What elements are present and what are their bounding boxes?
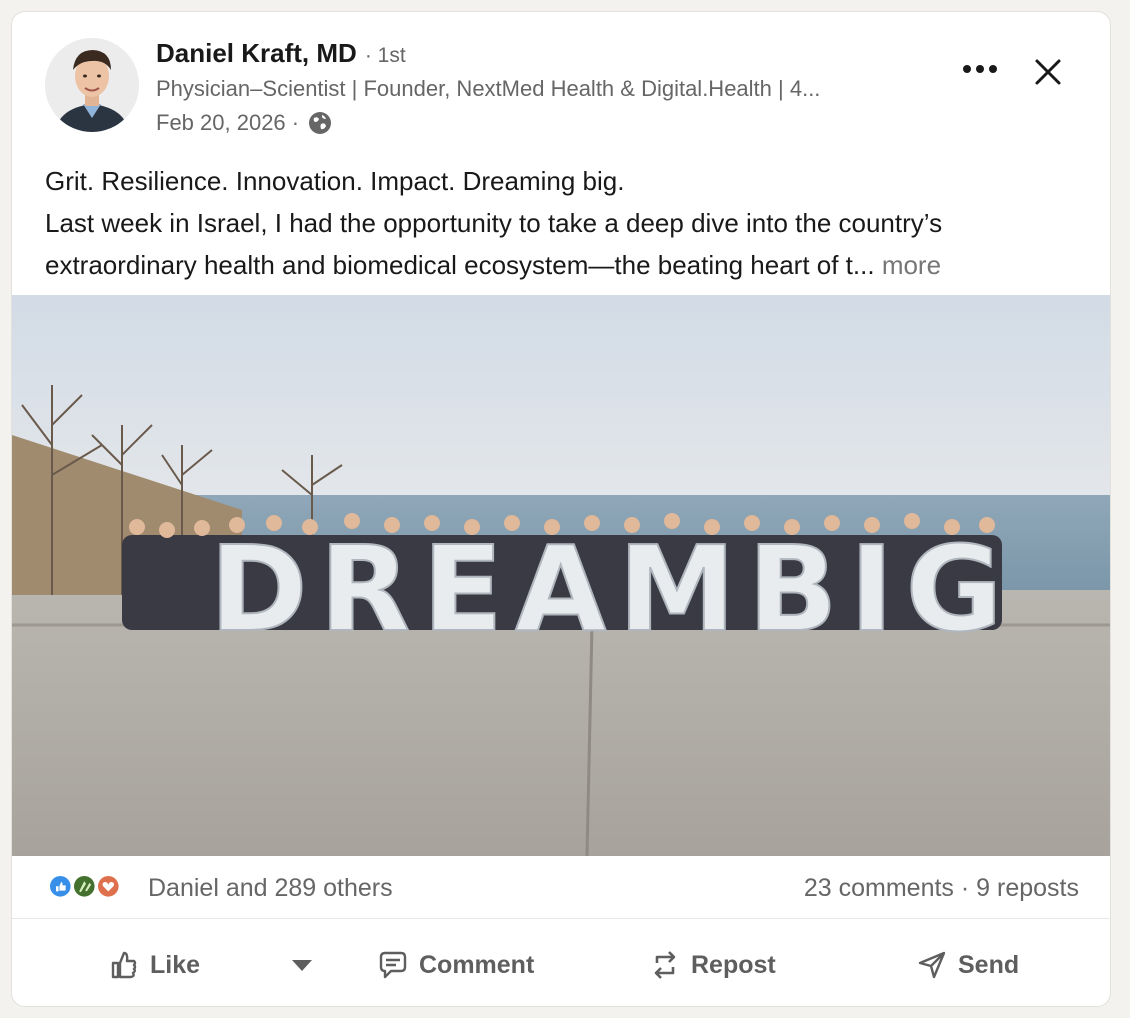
post-image[interactable]: DREAMBIG: [12, 295, 1110, 856]
author-name-text[interactable]: Daniel Kraft, MD: [156, 38, 357, 68]
like-label: Like: [150, 950, 201, 979]
see-more-link[interactable]: more: [882, 250, 941, 280]
connection-degree: · 1st: [364, 44, 406, 67]
repost-label: Repost: [691, 950, 776, 979]
post-text-line: Last week in Israel, I had the opportuni…: [45, 208, 943, 238]
send-label: Send: [958, 950, 1020, 979]
post-date: Feb 20, 2026 ·: [156, 110, 300, 135]
photo-sign-text: DREAMBIG: [210, 520, 1015, 658]
post-text-line: Grit. Resilience. Innovation. Impact. Dr…: [45, 166, 625, 196]
globe-icon: [307, 110, 333, 136]
author-avatar[interactable]: [45, 38, 139, 132]
chevron-down-icon: [292, 960, 312, 971]
send-icon: [918, 951, 946, 979]
author-headline: Physician–Scientist | Founder, NextMed H…: [156, 76, 821, 101]
post-text-truncated: extraordinary health and biomedical ecos…: [45, 250, 875, 280]
send-button[interactable]: Send: [916, 940, 1019, 990]
like-button[interactable]: Like: [108, 940, 200, 990]
comment-label: Comment: [419, 950, 535, 979]
post-meta: Feb 20, 2026 ·: [156, 110, 333, 136]
more-options-button[interactable]: [958, 54, 1002, 84]
comment-icon: [379, 951, 407, 979]
close-icon: [1035, 59, 1061, 85]
post-card: Daniel Kraft, MD · 1st Physician–Scientis…: [11, 11, 1111, 1007]
author-name[interactable]: Daniel Kraft, MD · 1st: [156, 38, 406, 69]
reposts-count[interactable]: 9 reposts: [976, 874, 1079, 902]
social-counts: Daniel and 289 others 23 comments · 9 re…: [12, 870, 1110, 920]
reactions-count[interactable]: Daniel and 289 others: [148, 874, 393, 903]
love-reaction-icon: [96, 874, 124, 902]
ellipsis-icon: [963, 65, 997, 73]
repost-icon: [654, 951, 676, 979]
divider: [12, 918, 1110, 919]
reaction-picker-button[interactable]: [286, 940, 318, 990]
post-text: Grit. Resilience. Innovation. Impact. Dr…: [45, 160, 1085, 286]
post-text-line: extraordinary health and biomedical ecos…: [45, 244, 1085, 286]
close-button[interactable]: [1028, 52, 1068, 92]
comments-count[interactable]: 23 comments: [804, 874, 954, 902]
repost-button[interactable]: Repost: [649, 940, 776, 990]
reaction-icons[interactable]: [48, 874, 124, 902]
comment-button[interactable]: Comment: [377, 940, 534, 990]
counts-separator: ·: [960, 874, 970, 902]
thumbs-up-icon: [111, 951, 137, 979]
comment-repost-counts: 23 comments · 9 reposts: [804, 874, 1079, 903]
